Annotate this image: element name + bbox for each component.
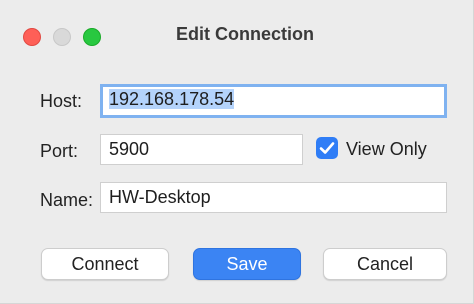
port-input-value: 5900 <box>109 139 150 159</box>
port-label: Port: <box>40 141 79 161</box>
port-input[interactable]: 5900 <box>100 134 303 165</box>
host-input-value: 192.168.178.54 <box>109 89 235 109</box>
name-input[interactable]: HW-Desktop <box>100 182 447 213</box>
title-bar[interactable]: Edit Connection <box>0 0 474 70</box>
save-button[interactable]: Save <box>193 248 301 280</box>
checkmark-icon <box>319 142 335 154</box>
host-input[interactable]: 192.168.178.54 <box>100 84 447 118</box>
view-only-checkbox[interactable] <box>316 137 338 159</box>
edit-connection-window: Edit Connection Host: 192.168.178.54 Por… <box>0 0 474 304</box>
name-label: Name: <box>40 190 94 210</box>
cancel-button[interactable]: Cancel <box>323 248 447 280</box>
host-label: Host: <box>40 91 83 111</box>
view-only-label[interactable]: View Only <box>346 139 427 160</box>
name-input-value: HW-Desktop <box>109 187 211 207</box>
connect-button[interactable]: Connect <box>41 248 169 280</box>
window-title: Edit Connection <box>176 24 314 44</box>
